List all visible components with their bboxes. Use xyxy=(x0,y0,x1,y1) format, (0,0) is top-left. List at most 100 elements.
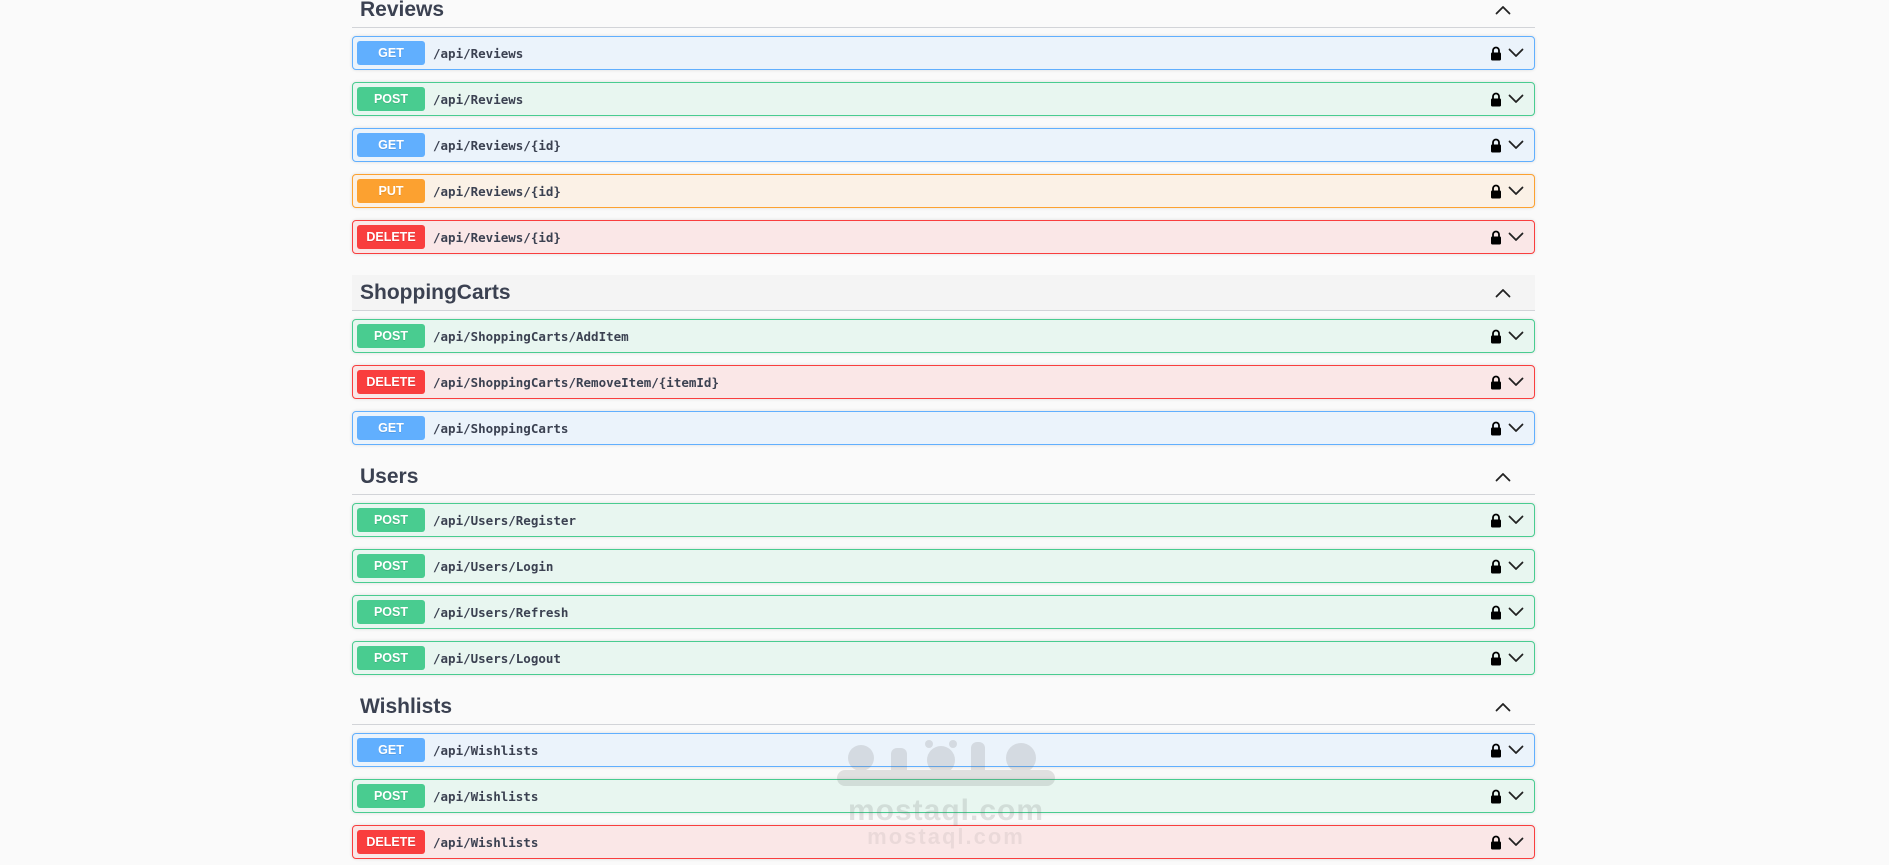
chevron-down-icon[interactable] xyxy=(1508,607,1524,617)
lock-icon[interactable] xyxy=(1490,743,1502,758)
method-badge: POST xyxy=(357,324,425,348)
chevron-down-icon[interactable] xyxy=(1508,331,1524,341)
chevron-up-icon[interactable] xyxy=(1493,467,1513,487)
section-header-reviews[interactable]: Reviews xyxy=(352,0,1535,28)
method-badge: DELETE xyxy=(357,370,425,394)
operation-path: /api/Reviews/{id} xyxy=(433,183,561,199)
method-badge: POST xyxy=(357,508,425,532)
section-title: Reviews xyxy=(360,0,445,21)
operation-path: /api/Reviews/{id} xyxy=(433,229,561,245)
operation-controls xyxy=(1490,504,1524,536)
method-badge: GET xyxy=(357,41,425,65)
operation-path: /api/Reviews xyxy=(433,45,524,61)
operation-path: /api/Wishlists xyxy=(433,788,539,804)
operation-post[interactable]: POST/api/Users/Logout xyxy=(352,641,1535,675)
lock-icon[interactable] xyxy=(1490,835,1502,850)
lock-icon[interactable] xyxy=(1490,605,1502,620)
section-reviews: Reviews GET/api/Reviews POST/api/Reviews GE… xyxy=(352,0,1535,254)
operation-path: /api/Wishlists xyxy=(433,834,539,850)
chevron-down-icon[interactable] xyxy=(1508,837,1524,847)
operation-controls xyxy=(1490,83,1524,115)
operation-path: /api/Wishlists xyxy=(433,742,539,758)
section-header-shoppingcarts[interactable]: ShoppingCarts xyxy=(352,275,1535,311)
operation-path: /api/ShoppingCarts/RemoveItem/{itemId} xyxy=(433,374,719,390)
method-badge: POST xyxy=(357,87,425,111)
lock-icon[interactable] xyxy=(1490,513,1502,528)
chevron-down-icon[interactable] xyxy=(1508,515,1524,525)
operation-path: /api/Users/Register xyxy=(433,512,576,528)
section-header-users[interactable]: Users xyxy=(352,459,1535,495)
chevron-up-icon[interactable] xyxy=(1493,283,1513,303)
method-badge: DELETE xyxy=(357,830,425,854)
operation-get[interactable]: GET/api/Reviews/{id} xyxy=(352,128,1535,162)
lock-icon[interactable] xyxy=(1490,559,1502,574)
operation-controls xyxy=(1490,37,1524,69)
lock-icon[interactable] xyxy=(1490,329,1502,344)
lock-icon[interactable] xyxy=(1490,230,1502,245)
lock-icon[interactable] xyxy=(1490,375,1502,390)
chevron-down-icon[interactable] xyxy=(1508,653,1524,663)
operation-controls xyxy=(1490,366,1524,398)
chevron-down-icon[interactable] xyxy=(1508,561,1524,571)
method-badge: GET xyxy=(357,738,425,762)
section-header-wishlists[interactable]: Wishlists xyxy=(352,689,1535,725)
operation-post[interactable]: POST/api/Wishlists xyxy=(352,779,1535,813)
chevron-up-icon[interactable] xyxy=(1493,697,1513,717)
operation-path: /api/Users/Logout xyxy=(433,650,561,666)
lock-icon[interactable] xyxy=(1490,421,1502,436)
operation-controls xyxy=(1490,320,1524,352)
section-users: Users POST/api/Users/Register POST/api/Use… xyxy=(352,459,1535,675)
operation-delete[interactable]: DELETE/api/Reviews/{id} xyxy=(352,220,1535,254)
operation-path: /api/ShoppingCarts xyxy=(433,420,569,436)
lock-icon[interactable] xyxy=(1490,184,1502,199)
section-title: Wishlists xyxy=(360,694,452,718)
chevron-down-icon[interactable] xyxy=(1508,377,1524,387)
operation-path: /api/Users/Login xyxy=(433,558,554,574)
lock-icon[interactable] xyxy=(1490,46,1502,61)
lock-icon[interactable] xyxy=(1490,651,1502,666)
method-badge: PUT xyxy=(357,179,425,203)
operation-path: /api/Reviews xyxy=(433,91,524,107)
chevron-down-icon[interactable] xyxy=(1508,745,1524,755)
operation-delete[interactable]: DELETE/api/ShoppingCarts/RemoveItem/{ite… xyxy=(352,365,1535,399)
operation-post[interactable]: POST/api/Users/Register xyxy=(352,503,1535,537)
operation-put[interactable]: PUT/api/Reviews/{id} xyxy=(352,174,1535,208)
chevron-down-icon[interactable] xyxy=(1508,48,1524,58)
lock-icon[interactable] xyxy=(1490,138,1502,153)
operation-get[interactable]: GET/api/Reviews xyxy=(352,36,1535,70)
chevron-down-icon[interactable] xyxy=(1508,232,1524,242)
method-badge: DELETE xyxy=(357,225,425,249)
chevron-down-icon[interactable] xyxy=(1508,140,1524,150)
method-badge: POST xyxy=(357,600,425,624)
operation-delete[interactable]: DELETE/api/Wishlists xyxy=(352,825,1535,859)
method-badge: GET xyxy=(357,416,425,440)
method-badge: POST xyxy=(357,646,425,670)
chevron-down-icon[interactable] xyxy=(1508,94,1524,104)
operation-get[interactable]: GET/api/ShoppingCarts xyxy=(352,411,1535,445)
operation-controls xyxy=(1490,412,1524,444)
operation-post[interactable]: POST/api/Users/Refresh xyxy=(352,595,1535,629)
method-badge: POST xyxy=(357,554,425,578)
operation-controls xyxy=(1490,596,1524,628)
lock-icon[interactable] xyxy=(1490,789,1502,804)
operation-path: /api/Reviews/{id} xyxy=(433,137,561,153)
section-wishlists: Wishlists GET/api/Wishlists POST/api/Wishl… xyxy=(352,689,1535,859)
section-title: Users xyxy=(360,464,419,488)
operation-controls xyxy=(1490,550,1524,582)
chevron-up-icon[interactable] xyxy=(1493,0,1513,20)
chevron-down-icon[interactable] xyxy=(1508,423,1524,433)
section-title: ShoppingCarts xyxy=(360,280,511,304)
operation-post[interactable]: POST/api/ShoppingCarts/AddItem xyxy=(352,319,1535,353)
lock-icon[interactable] xyxy=(1490,92,1502,107)
operation-post[interactable]: POST/api/Users/Login xyxy=(352,549,1535,583)
operation-controls xyxy=(1490,734,1524,766)
operation-path: /api/Users/Refresh xyxy=(433,604,569,620)
operation-get[interactable]: GET/api/Wishlists xyxy=(352,733,1535,767)
operation-post[interactable]: POST/api/Reviews xyxy=(352,82,1535,116)
operation-controls xyxy=(1490,175,1524,207)
chevron-down-icon[interactable] xyxy=(1508,186,1524,196)
chevron-down-icon[interactable] xyxy=(1508,791,1524,801)
operation-path: /api/ShoppingCarts/AddItem xyxy=(433,328,629,344)
method-badge: POST xyxy=(357,784,425,808)
operation-controls xyxy=(1490,780,1524,812)
